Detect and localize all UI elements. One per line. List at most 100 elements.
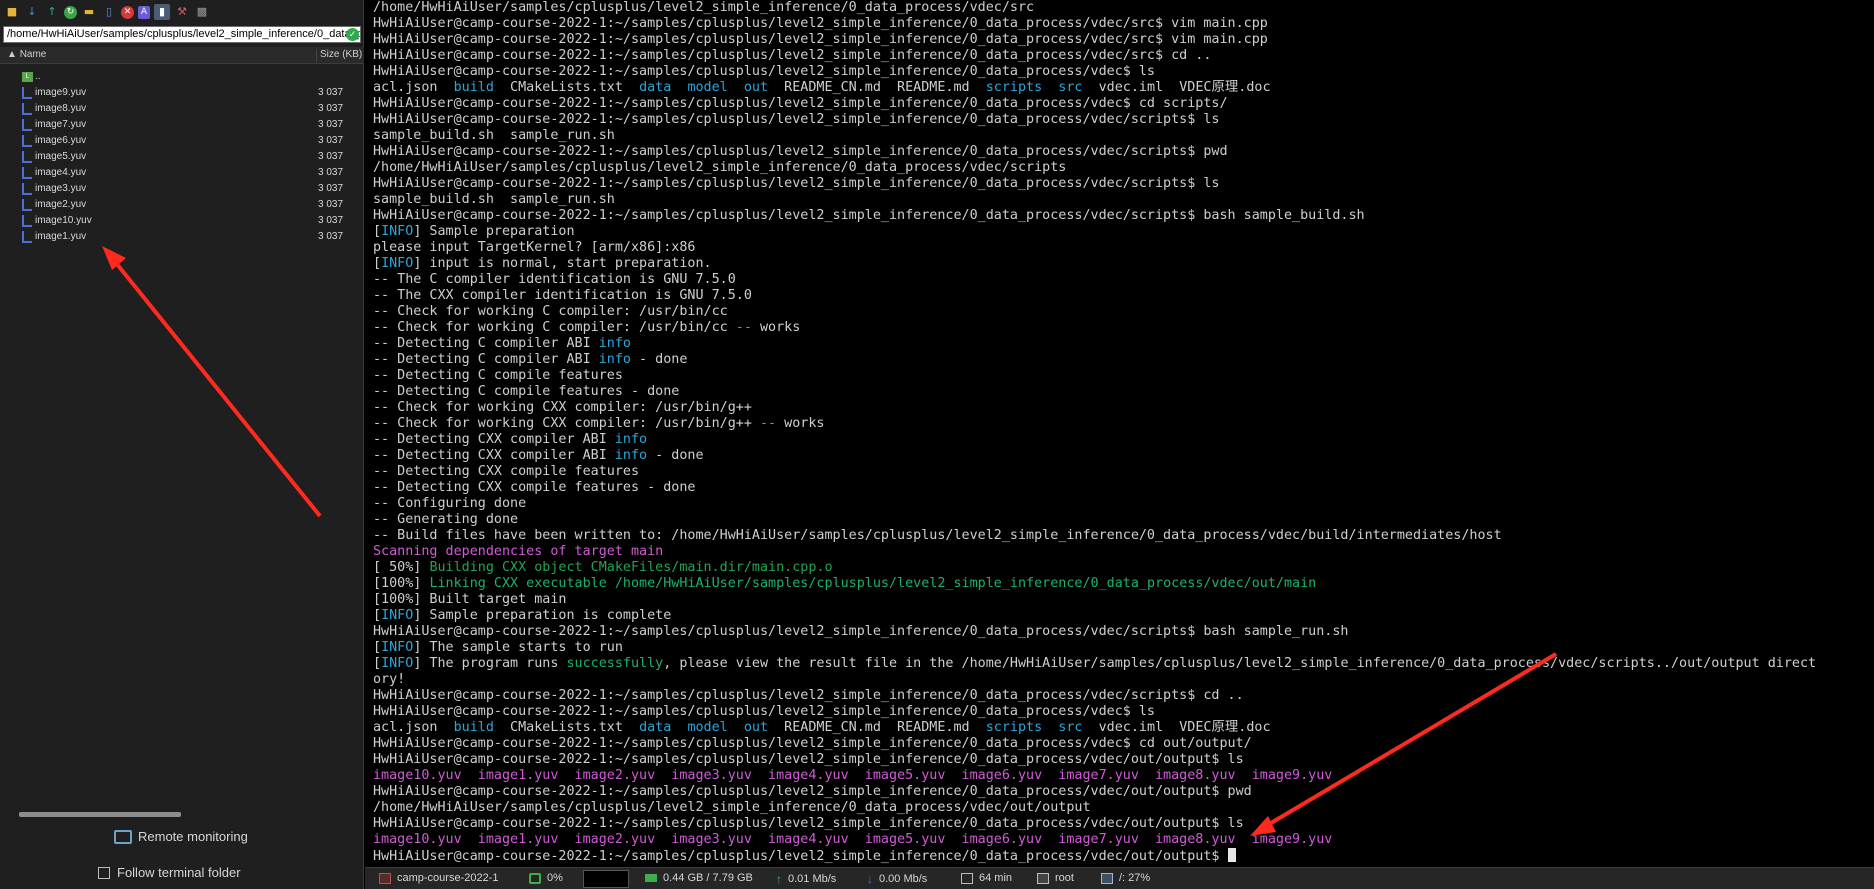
file-name: image6.yuv — [35, 135, 87, 146]
download-icon[interactable]: ↓ — [24, 4, 40, 20]
terminal-output[interactable]: /home/HwHiAiUser/samples/cplusplus/level… — [365, 0, 1874, 866]
file-row[interactable]: L.. — [0, 69, 364, 85]
open-folder-icon[interactable]: ▬ — [81, 4, 97, 20]
terminal-text: -- Configuring done — [373, 496, 527, 511]
terminal-line: HwHiAiUser@camp-course-2022-1:~/samples/… — [373, 32, 1268, 48]
terminal-text: README_CN.md README.md — [768, 80, 986, 95]
terminal-line: -- Detecting CXX compiler ABI info — [373, 432, 647, 448]
cpu-icon — [529, 872, 541, 884]
column-name[interactable]: ▲ Name — [7, 49, 46, 60]
column-size[interactable]: Size (KB) — [316, 49, 362, 62]
terminal-text: [ 50%] — [373, 560, 430, 575]
folder-up-icon[interactable]: ■ — [4, 4, 20, 20]
terminal-text: HwHiAiUser@camp-course-2022-1:~/samples/… — [373, 849, 1228, 864]
terminal-line: -- Detecting CXX compiler ABI info - don… — [373, 448, 704, 464]
file-size: 3 037 — [318, 151, 344, 162]
tools-icon[interactable]: ⚒ — [174, 4, 190, 20]
file-size: 3 037 — [318, 119, 344, 130]
terminal-text: HwHiAiUser@camp-course-2022-1:~/samples/… — [373, 48, 1212, 63]
terminal-text: image10.yuv image1.yuv image2.yuv image3… — [373, 768, 1333, 783]
file-row[interactable]: image6.yuv 3 037 — [0, 133, 364, 149]
path-input[interactable]: /home/HwHiAiUser/samples/cplusplus/level… — [3, 26, 361, 43]
file-row[interactable]: image7.yuv 3 037 — [0, 117, 364, 133]
status-uptime: 64 min — [961, 872, 1012, 884]
terminal-text: model — [687, 80, 728, 95]
file-row[interactable]: image2.yuv 3 037 — [0, 197, 364, 213]
terminal-text: data — [639, 80, 672, 95]
terminal-line: HwHiAiUser@camp-course-2022-1:~/samples/… — [373, 784, 1252, 800]
text-editor-icon[interactable]: A — [138, 5, 150, 19]
file-row[interactable]: image8.yuv 3 037 — [0, 101, 364, 117]
terminal-text: HwHiAiUser@camp-course-2022-1:~/samples/… — [373, 176, 1220, 191]
terminal-text: -- The C compiler identification is GNU … — [373, 272, 736, 287]
terminal-text: INFO — [381, 656, 414, 671]
terminal-line: -- Generating done — [373, 512, 518, 528]
horizontal-scrollbar[interactable] — [19, 812, 181, 817]
terminal-cursor — [1227, 848, 1236, 862]
terminal-text: HwHiAiUser@camp-course-2022-1:~/samples/… — [373, 752, 1244, 767]
upload-arrow-icon: ↑ — [776, 872, 782, 886]
terminal-text: ] The sample starts to run — [413, 640, 623, 655]
terminal-text: -- — [759, 416, 777, 431]
file-row[interactable]: image1.yuv 3 037 — [0, 229, 364, 245]
terminal-text: acl.json — [373, 720, 454, 735]
terminal-text: -- Check for working C compiler: /usr/bi… — [373, 320, 736, 335]
terminal-line: image10.yuv image1.yuv image2.yuv image3… — [373, 768, 1332, 784]
file-row[interactable]: image10.yuv 3 037 — [0, 213, 364, 229]
terminal-line: -- Detecting C compiler ABI info - done — [373, 352, 687, 368]
terminal-text: Scanning dependencies of target main — [373, 544, 664, 559]
terminal-text: ] input is normal, start preparation. — [413, 256, 712, 271]
terminal-text: Building CXX object CMakeFiles/main.dir/… — [429, 560, 833, 575]
terminal-text: -- Detecting CXX compile features - done — [373, 480, 696, 495]
terminal-text: [ — [373, 608, 382, 623]
terminal-text: [ — [373, 224, 382, 239]
file-icon — [22, 103, 32, 115]
terminal-line: [INFO] input is normal, start preparatio… — [373, 256, 712, 272]
file-name: image4.yuv — [35, 167, 87, 178]
terminal-text: HwHiAiUser@camp-course-2022-1:~/samples/… — [373, 736, 1252, 751]
terminal-text: HwHiAiUser@camp-course-2022-1:~/samples/… — [373, 704, 1155, 719]
terminal-icon[interactable]: ▩ — [194, 4, 210, 20]
terminal-text: build — [453, 720, 494, 735]
file-toolbar: ■ ↓ ↑ ↻ ▬ ▯ ✕ A ▮ ⚒ ▩ — [0, 0, 364, 24]
file-row[interactable]: image3.yuv 3 037 — [0, 181, 364, 197]
terminal-text: -- Detecting C compile features - done — [373, 384, 680, 399]
file-icon — [22, 215, 32, 227]
file-icon — [22, 199, 32, 211]
terminal-text: model — [687, 720, 728, 735]
terminal-text: vdec.iml VDEC原理.doc — [1082, 80, 1271, 95]
terminal-line: /home/HwHiAiUser/samples/cplusplus/level… — [373, 160, 1066, 176]
terminal-line: HwHiAiUser@camp-course-2022-1:~/samples/… — [373, 16, 1268, 32]
terminal-text: info — [614, 432, 648, 447]
file-row[interactable]: image5.yuv 3 037 — [0, 149, 364, 165]
terminal-line: -- Detecting C compiler ABI info — [373, 336, 631, 352]
refresh-icon[interactable]: ↻ — [64, 5, 77, 19]
terminal-line: -- Detecting C compile features - done — [373, 384, 679, 400]
terminal-text: [ — [373, 640, 382, 655]
file-row[interactable]: image9.yuv 3 037 — [0, 85, 364, 101]
terminal-line: HwHiAiUser@camp-course-2022-1:~/samples/… — [373, 64, 1155, 80]
remote-monitoring-button[interactable]: Remote monitoring — [114, 829, 248, 844]
follow-terminal-folder-option[interactable]: Follow terminal folder — [98, 865, 241, 880]
terminal-line: ory! — [373, 672, 405, 688]
panel-view-icon[interactable]: ▮ — [154, 4, 170, 20]
terminal-text: HwHiAiUser@camp-course-2022-1:~/samples/… — [373, 16, 1268, 31]
terminal-text: please input TargetKernel? [arm/x86]:x86 — [373, 240, 696, 255]
file-row[interactable]: image4.yuv 3 037 — [0, 165, 364, 181]
upload-icon[interactable]: ↑ — [44, 4, 60, 20]
follow-terminal-folder-label: Follow terminal folder — [117, 865, 241, 880]
terminal-text: ] Sample preparation is complete — [413, 608, 672, 623]
confirm-check-icon[interactable]: ✓ — [346, 28, 359, 41]
delete-icon[interactable]: ✕ — [121, 5, 134, 19]
terminal-text: out — [743, 720, 769, 735]
terminal-text: ory! — [373, 672, 406, 687]
follow-terminal-folder-checkbox[interactable] — [98, 866, 110, 879]
file-name: image10.yuv — [35, 215, 92, 226]
terminal-text: HwHiAiUser@camp-course-2022-1:~/samples/… — [373, 32, 1268, 47]
new-file-icon[interactable]: ▯ — [101, 4, 117, 20]
file-icon — [22, 87, 32, 99]
terminal-line: HwHiAiUser@camp-course-2022-1:~/samples/… — [373, 736, 1252, 752]
